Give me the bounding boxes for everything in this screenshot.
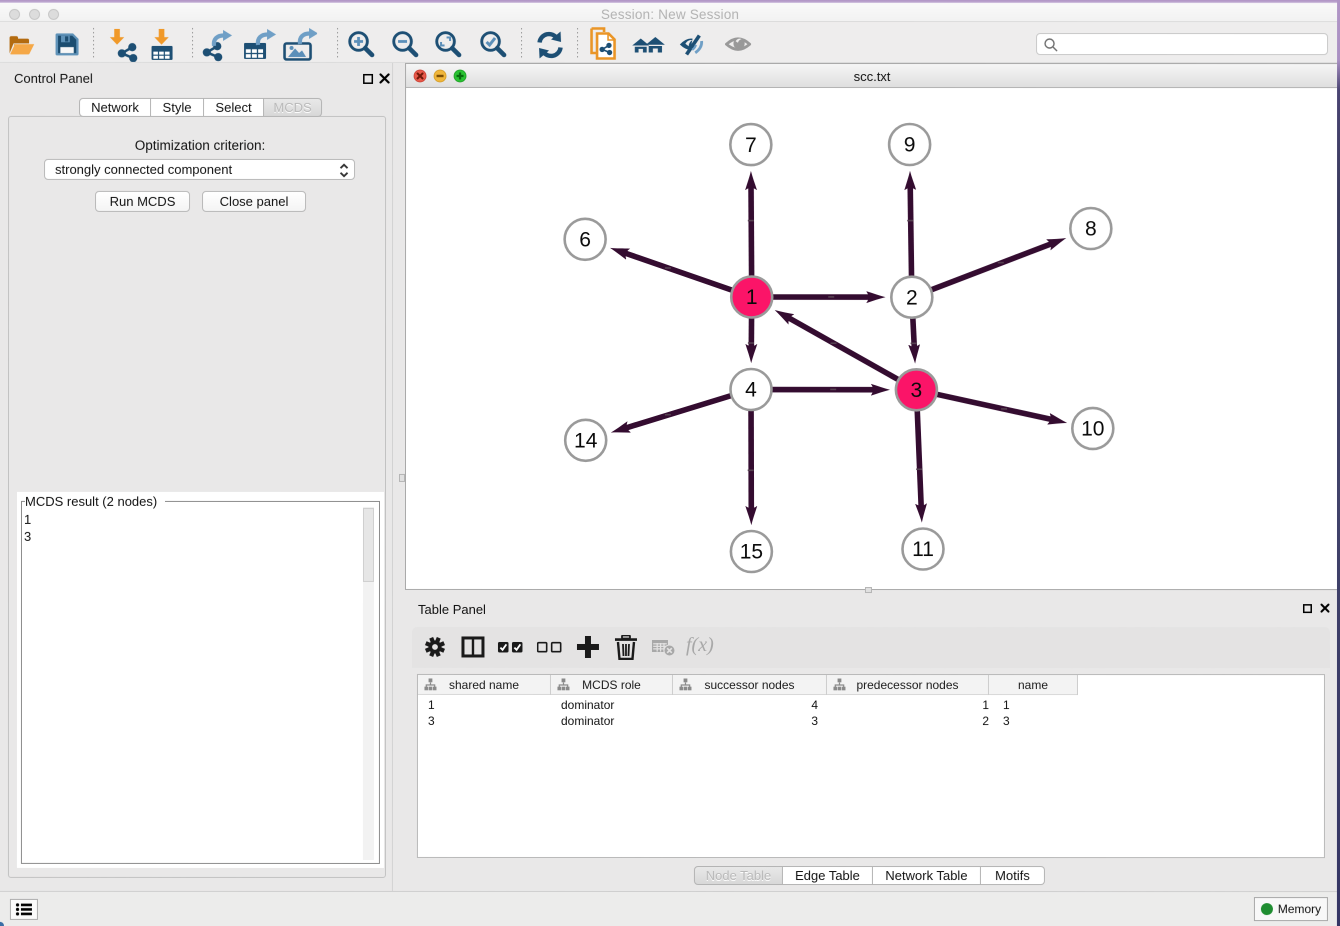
svg-text:1: 1 bbox=[746, 286, 758, 309]
svg-text:15: 15 bbox=[740, 541, 763, 564]
svg-text:11: 11 bbox=[912, 538, 934, 561]
svg-text:4: 4 bbox=[745, 379, 757, 402]
svg-text:14: 14 bbox=[574, 429, 598, 452]
svg-text:8: 8 bbox=[1085, 218, 1097, 241]
svg-text:2: 2 bbox=[906, 286, 918, 309]
svg-text:7: 7 bbox=[745, 134, 757, 157]
svg-text:3: 3 bbox=[911, 379, 923, 402]
svg-text:9: 9 bbox=[904, 134, 916, 157]
svg-text:6: 6 bbox=[579, 228, 591, 251]
svg-text:10: 10 bbox=[1081, 418, 1104, 441]
